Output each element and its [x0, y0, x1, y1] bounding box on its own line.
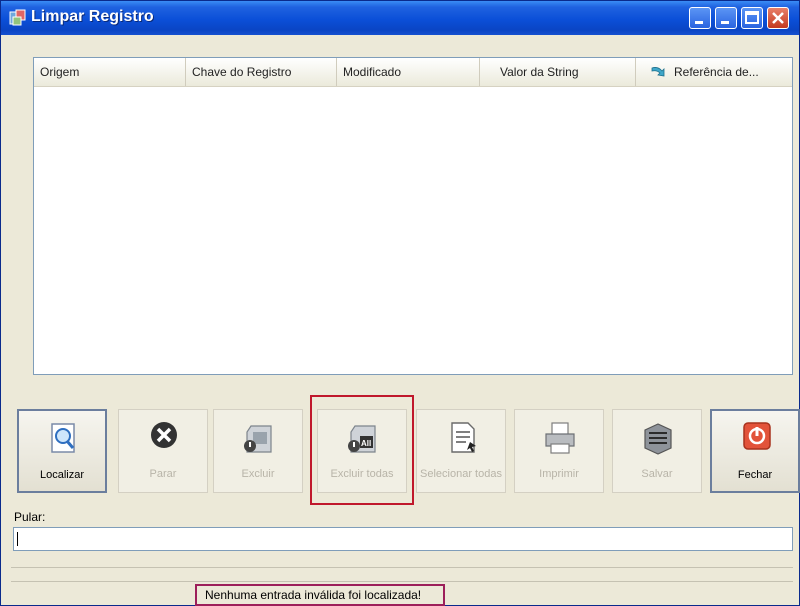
- separator: [11, 567, 793, 568]
- localizar-button[interactable]: Localizar: [17, 409, 107, 493]
- minimize-icon: [695, 21, 703, 24]
- fechar-button[interactable]: Fechar: [710, 409, 800, 493]
- stop-x-icon: [151, 422, 177, 448]
- excluir-todas-button[interactable]: All Excluir todas: [317, 409, 407, 493]
- button-label: Parar: [149, 468, 177, 480]
- button-label: Excluir todas: [330, 468, 394, 480]
- button-label: Imprimir: [539, 468, 579, 480]
- column-label: Referência de...: [674, 65, 759, 79]
- parar-button[interactable]: Parar: [118, 409, 208, 493]
- window: Limpar Registro Origem Chave do Registro…: [0, 0, 800, 606]
- registry-app-icon: [9, 9, 26, 26]
- results-list[interactable]: Origem Chave do Registro Modificado Valo…: [33, 57, 793, 375]
- separator: [11, 581, 793, 582]
- button-label: Salvar: [641, 468, 673, 480]
- list-header: Origem Chave do Registro Modificado Valo…: [34, 58, 792, 87]
- select-all-icon: [451, 422, 476, 453]
- minimize-button[interactable]: [689, 7, 711, 29]
- salvar-button[interactable]: Salvar: [612, 409, 702, 493]
- column-header-chave[interactable]: Chave do Registro: [186, 58, 337, 86]
- printer-icon: [545, 422, 575, 454]
- selecionar-todas-button[interactable]: Selecionar todas: [416, 409, 506, 493]
- button-label: Selecionar todas: [420, 468, 502, 480]
- button-label: Excluir: [241, 468, 275, 480]
- minimize-icon: [721, 21, 729, 24]
- column-label: Valor da String: [500, 65, 579, 79]
- pular-input[interactable]: [13, 527, 793, 551]
- reference-arrow-icon: [651, 67, 665, 77]
- restore-button[interactable]: [715, 7, 737, 29]
- button-label: Fechar: [737, 469, 773, 481]
- column-label: Chave do Registro: [192, 65, 292, 79]
- close-button[interactable]: [767, 7, 789, 29]
- column-header-referencia[interactable]: Referência de...: [636, 58, 792, 86]
- maximize-button[interactable]: [741, 7, 763, 29]
- delete-all-registry-icon: All: [348, 425, 376, 453]
- column-label: Origem: [40, 65, 80, 79]
- pular-label: Pular:: [14, 510, 46, 524]
- title-bar[interactable]: Limpar Registro: [1, 1, 799, 35]
- save-icon: [644, 423, 672, 455]
- column-header-modificado[interactable]: Modificado: [337, 58, 480, 86]
- window-title: Limpar Registro: [31, 8, 154, 25]
- power-icon: [743, 422, 771, 450]
- button-label: Localizar: [39, 469, 85, 481]
- maximize-icon: [745, 11, 759, 24]
- status-message: Nenhuma entrada inválida foi localizada!: [195, 584, 445, 606]
- svg-text:All: All: [361, 439, 371, 448]
- imprimir-button[interactable]: Imprimir: [514, 409, 604, 493]
- column-header-origem[interactable]: Origem: [34, 58, 186, 86]
- column-label: Modificado: [343, 65, 402, 79]
- delete-registry-icon: [244, 425, 272, 453]
- search-document-icon: [51, 423, 75, 453]
- close-icon: [772, 12, 784, 24]
- excluir-button[interactable]: Excluir: [213, 409, 303, 493]
- text-caret: [17, 532, 18, 546]
- column-header-valor[interactable]: Valor da String: [480, 58, 636, 86]
